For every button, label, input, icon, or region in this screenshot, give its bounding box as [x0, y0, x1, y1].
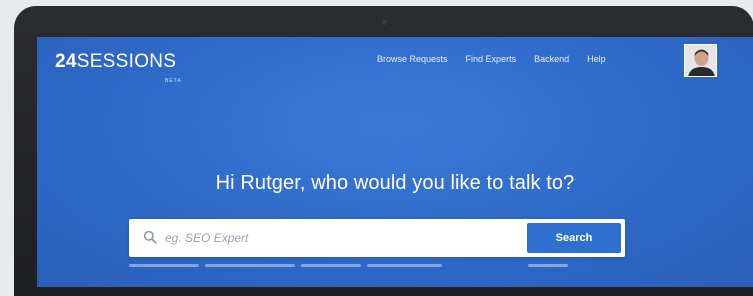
search-bar: Search [129, 219, 625, 257]
search-input[interactable] [165, 219, 515, 257]
user-avatar[interactable] [684, 44, 717, 77]
nav-help[interactable]: Help [587, 54, 606, 64]
main-nav: Browse Requests Find Experts Backend Hel… [377, 54, 606, 64]
nav-find-experts[interactable]: Find Experts [466, 54, 517, 64]
logo-number: 24 [55, 51, 77, 72]
search-button[interactable]: Search [527, 223, 621, 253]
nav-browse-requests[interactable]: Browse Requests [377, 54, 448, 64]
webcam-icon [382, 20, 387, 25]
logo-text: SESSIONS [76, 51, 177, 72]
app-screen: 24SESSIONS BETA Browse Requests Find Exp… [37, 37, 753, 287]
beta-badge: BETA [165, 78, 182, 84]
search-icon [143, 230, 157, 244]
suggestions-strip [129, 264, 625, 270]
greeting-heading: Hi Rutger, who would you like to talk to… [215, 172, 575, 194]
logo[interactable]: 24SESSIONS BETA [55, 51, 181, 84]
nav-backend[interactable]: Backend [534, 54, 569, 64]
top-navbar: 24SESSIONS BETA Browse Requests Find Exp… [37, 37, 753, 97]
avatar-image [685, 45, 716, 76]
